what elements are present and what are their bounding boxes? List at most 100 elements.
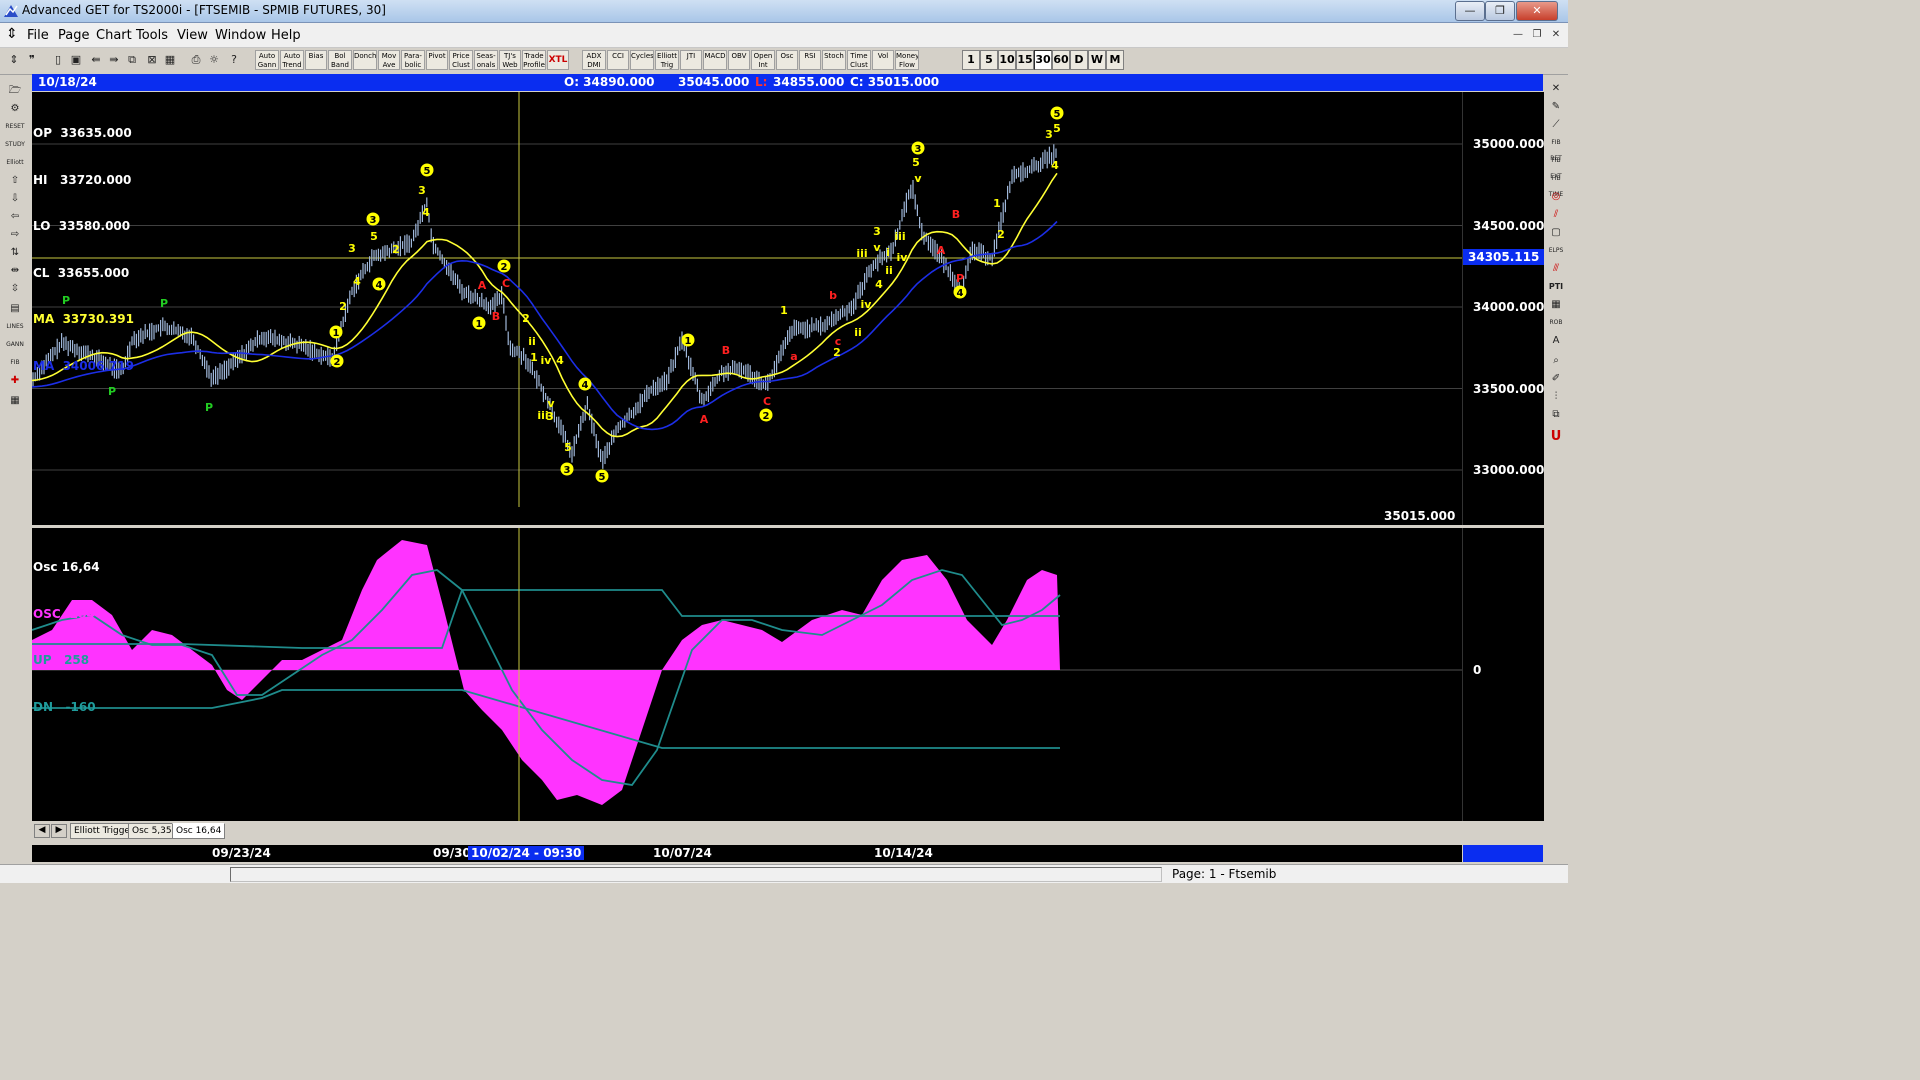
- study-button-money-flow[interactable]: Money Flow: [895, 50, 919, 70]
- a-tool-icon[interactable]: A: [1546, 333, 1566, 349]
- timeframe-button-m[interactable]: M: [1106, 50, 1124, 70]
- study-button-auto-trend[interactable]: Auto Trend: [280, 50, 304, 70]
- fan-icon[interactable]: ⫽: [1546, 207, 1566, 223]
- study-button-pivot[interactable]: Pivot: [426, 50, 448, 70]
- pti-icon[interactable]: PTI: [1546, 279, 1566, 295]
- study-button-mov-ave[interactable]: Mov Ave: [378, 50, 400, 70]
- study-button-price-clust[interactable]: Price Clust: [449, 50, 473, 70]
- trendline-icon[interactable]: ⟋: [1546, 117, 1566, 133]
- table-icon[interactable]: ▤: [5, 301, 25, 317]
- expand-v-icon[interactable]: ⇳: [5, 281, 25, 297]
- study-button-bol-band[interactable]: Bol Band: [328, 50, 352, 70]
- x-icon[interactable]: ✕: [1546, 81, 1566, 97]
- study-button-vol[interactable]: Vol: [872, 50, 894, 70]
- chart-icon[interactable]: ⚙: [5, 101, 25, 117]
- study-button-xtl[interactable]: XTL: [547, 50, 569, 70]
- minimize-button[interactable]: —: [1455, 1, 1485, 21]
- study-button-macd[interactable]: MACD: [703, 50, 727, 70]
- study-button-open-int[interactable]: Open Int: [751, 50, 775, 70]
- bulb-icon[interactable]: ☼: [206, 51, 222, 69]
- tab-osc-5-35[interactable]: Osc 5,35: [128, 823, 176, 839]
- timeframe-button-10[interactable]: 10: [998, 50, 1016, 70]
- maximize-button[interactable]: ❐: [1485, 1, 1515, 21]
- arrow-left-icon[interactable]: ⇦: [5, 209, 25, 225]
- new-icon[interactable]: ▯: [50, 51, 66, 69]
- menu-view[interactable]: View: [177, 28, 208, 43]
- mdi-close-icon[interactable]: ✕: [1548, 27, 1564, 43]
- fib-time-icon[interactable]: FIB TIME: [1546, 171, 1566, 198]
- mdi-minimize-icon[interactable]: —: [1510, 27, 1526, 43]
- ruler-icon[interactable]: ⫶: [1546, 389, 1566, 405]
- price-chart[interactable]: 1 2 3 4 5 1 2 4 3 5 1 2 3 4 5 3 4 2 5 2 2 4 3 5 1 2 3 4 2 1 4 3 5 5 4 3 1 iv i…: [32, 92, 1545, 525]
- menu-window[interactable]: Window: [215, 28, 266, 43]
- study-button-time-clust[interactable]: Time Clust: [847, 50, 871, 70]
- menu-help[interactable]: Help: [271, 28, 301, 43]
- fib-icon[interactable]: FIB: [5, 355, 25, 371]
- cursor-icon[interactable]: ⇕: [6, 51, 22, 69]
- eraser-icon[interactable]: ✐: [1546, 371, 1566, 387]
- study-button-rsi[interactable]: RSI: [799, 50, 821, 70]
- menu-tools[interactable]: Tools: [136, 28, 168, 43]
- lines-icon[interactable]: LINES: [5, 319, 25, 335]
- study-button-elliott-trig[interactable]: Elliott Trig: [655, 50, 679, 70]
- fib-ext-icon[interactable]: FIB EXT: [1546, 153, 1566, 180]
- study-button-seas-onals[interactable]: Seas-onals: [474, 50, 498, 70]
- study-button-cycles[interactable]: Cycles: [630, 50, 654, 70]
- help-icon[interactable]: ?: [226, 51, 242, 69]
- study-button-cci[interactable]: CCI: [607, 50, 629, 70]
- study-button-donch[interactable]: Donch: [353, 50, 377, 70]
- quote-icon[interactable]: ❞: [24, 51, 40, 69]
- pencil-icon[interactable]: ✎: [1546, 99, 1566, 115]
- gann-icon[interactable]: GANN: [5, 337, 25, 353]
- menu-chart[interactable]: Chart: [96, 28, 132, 43]
- arrow-up-icon[interactable]: ⇧: [5, 173, 25, 189]
- timeframe-button-15[interactable]: 15: [1016, 50, 1034, 70]
- study-button-para-bolic[interactable]: Para-bolic: [401, 50, 425, 70]
- copy-icon[interactable]: ⧉: [124, 51, 140, 69]
- box-icon[interactable]: ▢: [1546, 225, 1566, 241]
- layers-icon[interactable]: ⧉: [1546, 407, 1566, 423]
- open-icon[interactable]: ▣: [68, 51, 84, 69]
- grid-icon[interactable]: ▦: [162, 51, 178, 69]
- timeframe-button-1[interactable]: 1: [962, 50, 980, 70]
- tab-osc-16-64[interactable]: Osc 16,64: [172, 823, 226, 839]
- timeframe-button-5[interactable]: 5: [980, 50, 998, 70]
- arrow-right-icon[interactable]: ⇨: [5, 227, 25, 243]
- tab-next-icon[interactable]: ▶: [51, 824, 67, 838]
- channel-icon[interactable]: ⫻: [1546, 261, 1566, 277]
- oscillator-pane[interactable]: Osc 16,64 OSC -284 UP 258 DN -160 0: [32, 528, 1544, 821]
- study-button-jti[interactable]: JTI: [680, 50, 702, 70]
- calendar-icon[interactable]: ▦: [5, 393, 25, 409]
- elliott-icon[interactable]: Elliott: [5, 155, 25, 171]
- timeframe-button-w[interactable]: W: [1088, 50, 1106, 70]
- u-icon[interactable]: U: [1546, 429, 1566, 445]
- tab-prev-icon[interactable]: ◀: [34, 824, 50, 838]
- menu-page[interactable]: Page: [58, 28, 89, 43]
- study-button-adx-dmi[interactable]: ADX DMI: [582, 50, 606, 70]
- zoom-icon[interactable]: ⌕: [1546, 353, 1566, 369]
- study-button-osc[interactable]: Osc: [776, 50, 798, 70]
- timeframe-button-30[interactable]: 30: [1034, 50, 1052, 70]
- study-button-stoch[interactable]: Stoch: [822, 50, 846, 70]
- arrow-down-icon[interactable]: ⇩: [5, 191, 25, 207]
- elps-icon[interactable]: ELPS: [1546, 243, 1566, 259]
- crosshair-icon[interactable]: ✚: [5, 373, 25, 389]
- study-button-tj-s-web[interactable]: TJ's Web: [499, 50, 521, 70]
- compress-icon[interactable]: ⇅: [5, 245, 25, 261]
- fib-ret-icon[interactable]: FIB RET: [1546, 135, 1566, 162]
- menu-file[interactable]: File: [27, 28, 49, 43]
- timeframe-button-d[interactable]: D: [1070, 50, 1088, 70]
- study-button-obv[interactable]: OBV: [728, 50, 750, 70]
- back-icon[interactable]: ⇚: [88, 51, 104, 69]
- rob-icon[interactable]: ROB: [1546, 315, 1566, 331]
- study-icon[interactable]: STUDY: [5, 137, 25, 153]
- mdi-restore-icon[interactable]: ❐: [1529, 27, 1545, 43]
- expand-h-icon[interactable]: ⇹: [5, 263, 25, 279]
- reset-icon[interactable]: RESET: [5, 119, 25, 135]
- print-icon[interactable]: ⎙: [188, 51, 204, 69]
- folder-icon[interactable]: 🗁: [5, 83, 25, 99]
- forward-icon[interactable]: ⇛: [106, 51, 122, 69]
- grid-tool-icon[interactable]: ▦: [1546, 297, 1566, 313]
- delete-icon[interactable]: ⊠: [144, 51, 160, 69]
- study-button-bias[interactable]: Bias: [305, 50, 327, 70]
